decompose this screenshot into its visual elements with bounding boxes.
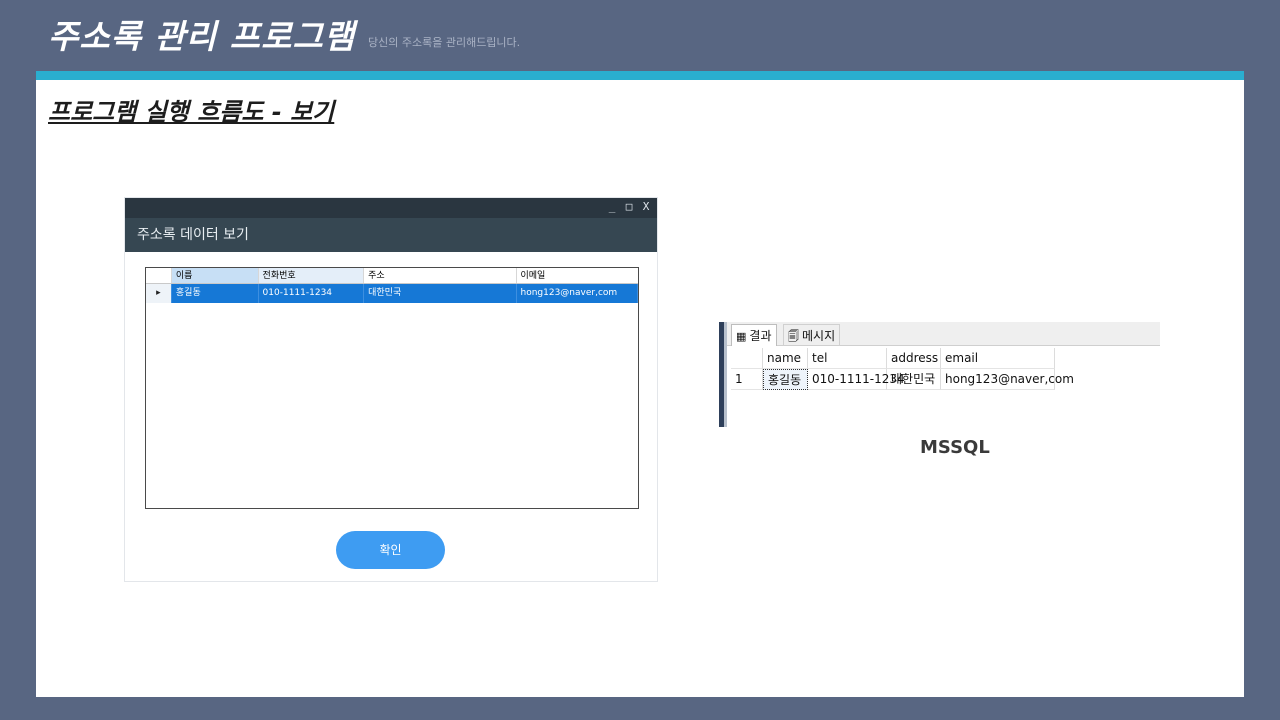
ssms-cell-address[interactable]: 대한민국 [887, 369, 941, 390]
tab-results-label: 결과 [749, 329, 772, 343]
ssms-grid[interactable]: name tel address email 1 홍길동 010-1111-12… [731, 348, 1074, 390]
address-book-window: _ □ X 주소록 데이터 보기 이름 전화번호 주소 이메일 ▸ 홍길동 01… [124, 197, 658, 582]
column-header-email[interactable]: 이메일 [517, 268, 639, 283]
cell-tel[interactable]: 010-1111-1234 [259, 284, 365, 303]
ssms-corner [731, 348, 763, 369]
grid-icon: ▦ [736, 330, 747, 343]
ssms-cell-name[interactable]: 홍길동 [763, 369, 808, 390]
ssms-cell-tel[interactable]: 010-1111-1234 [808, 369, 905, 390]
window-controls: _ □ X [607, 200, 651, 214]
maximize-button[interactable]: □ [624, 200, 634, 214]
window-titlebar: _ □ X [125, 198, 657, 218]
ssms-results-panel: ▦ 결과 🗐 메시지 name tel address email 1 홍길동 01… [719, 322, 1160, 427]
row-indicator-icon: ▸ [146, 284, 172, 303]
message-icon: 🗐 [788, 330, 799, 343]
grid-corner [146, 268, 172, 283]
close-button[interactable]: X [641, 200, 651, 214]
content-area: 프로그램 실행 흐름도 - 보기 _ □ X 주소록 데이터 보기 이름 전화번… [36, 80, 1244, 697]
cell-address[interactable]: 대한민국 [364, 284, 517, 303]
slide-subtitle: 당신의 주소록을 관리해드립니다. [368, 36, 521, 49]
column-header-name[interactable]: 이름 [171, 268, 259, 283]
tab-results[interactable]: ▦ 결과 [731, 324, 777, 346]
tab-messages[interactable]: 🗐 메시지 [783, 324, 841, 346]
tab-messages-label: 메시지 [802, 329, 836, 343]
slide-title: 주소록 관리 프로그램 [48, 17, 356, 56]
ssms-column-email[interactable]: email [941, 348, 1055, 369]
ssms-cell-email[interactable]: hong123@naver,com [941, 369, 1074, 390]
minimize-button[interactable]: _ [607, 200, 617, 214]
ssms-tabbar: ▦ 결과 🗐 메시지 [727, 322, 1160, 346]
ssms-column-name[interactable]: name [763, 348, 808, 369]
mssql-caption: MSSQL [920, 437, 990, 458]
section-title: 프로그램 실행 흐름도 - 보기 [48, 98, 335, 126]
ssms-column-address[interactable]: address [887, 348, 941, 369]
table-row[interactable]: 1 홍길동 010-1111-1234 대한민국 hong123@naver,c… [731, 369, 1074, 390]
address-grid[interactable]: 이름 전화번호 주소 이메일 ▸ 홍길동 010-1111-1234 대한민국 … [145, 267, 639, 509]
confirm-button[interactable]: 확인 [336, 531, 445, 569]
cell-name[interactable]: 홍길동 [172, 284, 259, 303]
ssms-row-number: 1 [731, 369, 763, 390]
ssms-header-row: name tel address email [731, 348, 1055, 369]
window-header-title: 주소록 데이터 보기 [125, 218, 657, 252]
grid-header: 이름 전화번호 주소 이메일 [146, 268, 638, 284]
table-row[interactable]: ▸ 홍길동 010-1111-1234 대한민국 hong123@naver,c… [146, 284, 638, 303]
accent-bar [36, 71, 1244, 80]
cell-email[interactable]: hong123@naver,com [517, 284, 638, 303]
column-header-address[interactable]: 주소 [364, 268, 517, 283]
column-header-tel[interactable]: 전화번호 [258, 268, 365, 283]
ssms-column-tel[interactable]: tel [808, 348, 887, 369]
